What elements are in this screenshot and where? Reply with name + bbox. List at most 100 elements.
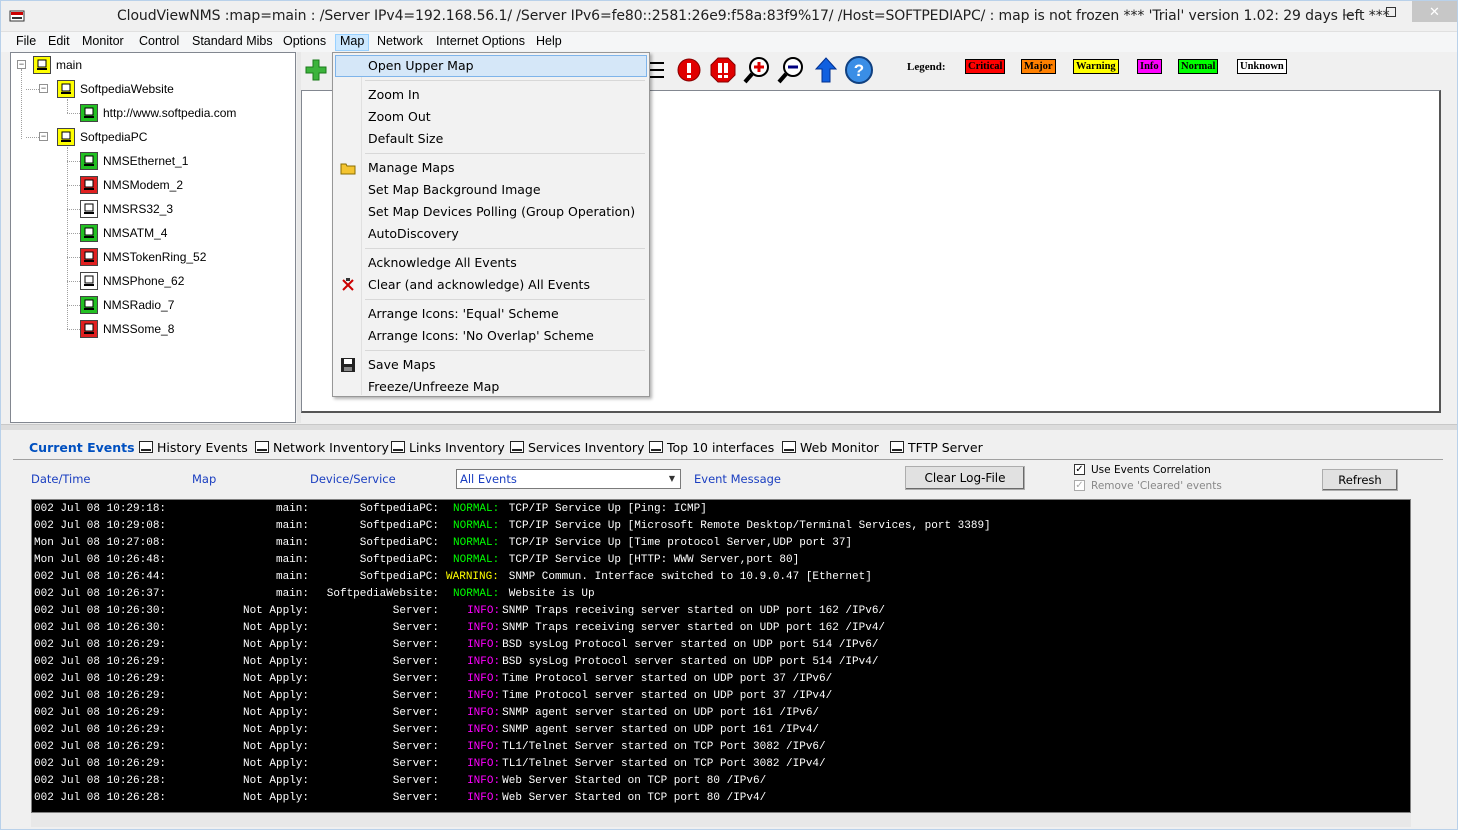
menu-item-set-map-devices-polling-group-operation[interactable]: Set Map Devices Polling (Group Operation…	[335, 201, 647, 223]
tab-page-icon	[890, 441, 904, 453]
collapse-toggle[interactable]: −	[17, 60, 26, 69]
use-correlation-checkbox[interactable]: ✓	[1074, 464, 1085, 475]
log-severity: INFO:	[467, 622, 501, 634]
menu-network[interactable]: Network	[373, 34, 427, 51]
tree-device-label: NMSRadio_7	[103, 298, 175, 312]
column-header-date[interactable]: Date/Time	[31, 472, 91, 486]
event-filter-value: All Events	[460, 472, 517, 486]
zoom-in-button[interactable]	[742, 55, 772, 85]
tree-connector	[67, 233, 80, 234]
device-icon	[80, 272, 98, 290]
tab-top-10-interfaces[interactable]: Top 10 interfaces	[647, 437, 774, 459]
tab-current-events[interactable]: Current Events	[13, 437, 135, 459]
log-message: TL1/Telnet Server started on TCP Port 30…	[502, 741, 826, 753]
menu-item-autodiscovery[interactable]: AutoDiscovery	[335, 223, 647, 245]
menu-item-arrange-icons-no-overlap-scheme[interactable]: Arrange Icons: 'No Overlap' Scheme	[335, 325, 647, 347]
tab-links-inventory[interactable]: Links Inventory	[389, 437, 505, 459]
panel-splitter[interactable]	[1, 424, 1457, 430]
menu-help[interactable]: Help	[532, 34, 566, 51]
menu-item-open-upper-map[interactable]: Open Upper Map	[335, 55, 647, 77]
map-scrollbar[interactable]	[1442, 52, 1456, 422]
menu-item-manage-maps[interactable]: Manage Maps	[335, 157, 647, 179]
map-tree[interactable]: − main − SoftpediaWebsite http://www.softped…	[10, 52, 296, 423]
column-header-map[interactable]: Map	[192, 472, 216, 486]
log-severity: NORMAL:	[453, 520, 500, 532]
menu-item-save-maps[interactable]: Save Maps	[335, 354, 647, 376]
log-message: Website is Up	[502, 588, 595, 600]
menu-item-label: Zoom Out	[368, 109, 431, 124]
title-bar[interactable]: CloudViewNMS :map=main : /Server IPv4=19…	[1, 1, 1457, 32]
tab-services-inventory[interactable]: Services Inventory	[508, 437, 644, 459]
menu-internet-options[interactable]: Internet Options	[432, 34, 529, 51]
log-row: Mon Jul 08 10:27:08: main: SoftpediaPC: NOR…	[34, 535, 1404, 552]
log-message: SNMP agent server started on UDP port 16…	[502, 724, 820, 736]
tree-group-softpediawebsite-label: SoftpediaWebsite	[80, 82, 174, 96]
clear-log-button[interactable]: Clear Log-File	[905, 466, 1025, 490]
log-row: 002 Jul 08 10:26:28: Not Apply: Server: INF…	[34, 773, 1404, 790]
log-device: Server:	[392, 775, 439, 787]
log-vertical-scrollbar[interactable]	[1432, 460, 1444, 815]
remove-cleared-checkbox[interactable]: ✓	[1074, 480, 1085, 491]
zoom-out-button[interactable]	[776, 55, 806, 85]
menu-file[interactable]: File	[12, 34, 40, 51]
maximize-button[interactable]	[1370, 1, 1412, 23]
refresh-button[interactable]: Refresh	[1322, 469, 1398, 491]
add-device-button[interactable]	[301, 55, 331, 85]
column-header-message[interactable]: Event Message	[694, 472, 781, 486]
menu-map[interactable]: Map	[335, 34, 370, 51]
folder-icon	[33, 56, 51, 74]
menu-item-arrange-icons-equal-scheme[interactable]: Arrange Icons: 'Equal' Scheme	[335, 303, 647, 325]
collapse-toggle[interactable]: −	[39, 84, 48, 93]
stop-all-button[interactable]	[708, 55, 738, 85]
tab-page-icon	[510, 441, 524, 453]
menu-standard-mibs[interactable]: Standard Mibs	[188, 34, 277, 51]
tab-web-monitor[interactable]: Web Monitor	[780, 437, 879, 459]
menu-item-clear-and-acknowledge-all-events[interactable]: Clear (and acknowledge) All Events	[335, 274, 647, 296]
upper-map-button[interactable]	[811, 55, 841, 85]
help-icon: ?	[845, 56, 873, 84]
menu-item-label: Default Size	[368, 131, 444, 146]
tree-connector	[67, 161, 80, 162]
log-device: SoftpediaPC:	[359, 571, 439, 583]
menu-item-zoom-in[interactable]: Zoom In	[335, 84, 647, 106]
tree-device-label: NMSRS32_3	[103, 202, 174, 216]
tab-page-icon	[391, 441, 405, 453]
menu-separator	[365, 350, 645, 351]
menu-edit[interactable]: Edit	[44, 34, 74, 51]
log-row: 002 Jul 08 10:26:30: Not Apply: Server: INF…	[34, 620, 1404, 637]
tab-network-inventory[interactable]: Network Inventory	[253, 437, 389, 459]
menu-item-acknowledge-all-events[interactable]: Acknowledge All Events	[335, 252, 647, 274]
log-row: 002 Jul 08 10:29:08: main: SoftpediaPC: NOR…	[34, 518, 1404, 535]
chevron-down-icon: ▼	[668, 474, 676, 483]
column-header-device[interactable]: Device/Service	[310, 472, 396, 486]
log-row: 002 Jul 08 10:26:37: main: SoftpediaWebsit…	[34, 586, 1404, 603]
log-row: 002 Jul 08 10:26:29: Not Apply: Server: INF…	[34, 705, 1404, 722]
tree-connector	[67, 147, 68, 329]
menu-item-zoom-out[interactable]: Zoom Out	[335, 106, 647, 128]
log-horizontal-scrollbar[interactable]	[31, 813, 1411, 827]
tab-tftp-server[interactable]: TFTP Server	[888, 437, 983, 459]
main-window: CloudViewNMS :map=main : /Server IPv4=19…	[0, 0, 1458, 830]
tab-label: Network Inventory	[273, 440, 389, 455]
menu-item-freeze-unfreeze-map[interactable]: Freeze/Unfreeze Map	[335, 376, 647, 398]
minimize-button[interactable]	[1327, 1, 1369, 23]
map-dropdown-menu: Open Upper Map Zoom In Zoom Out Default Siz…	[332, 52, 650, 397]
event-log-console[interactable]: 002 Jul 08 10:29:18: main: SoftpediaPC: NOR…	[31, 499, 1411, 813]
menu-item-default-size[interactable]: Default Size	[335, 128, 647, 150]
log-device: Server:	[392, 724, 439, 736]
log-device: SoftpediaPC:	[359, 503, 439, 515]
tree-device-label: NMSPhone_62	[103, 274, 185, 288]
device-icon	[80, 200, 98, 218]
clear-events-icon	[340, 277, 356, 293]
event-filter-select[interactable]: All Events ▼	[456, 469, 681, 489]
stop-polling-button[interactable]	[674, 55, 704, 85]
menu-options[interactable]: Options	[279, 34, 330, 51]
menu-monitor[interactable]: Monitor	[78, 34, 128, 51]
log-row: 002 Jul 08 10:26:44: main: SoftpediaPC: WAR…	[34, 569, 1404, 586]
collapse-toggle[interactable]: −	[39, 132, 48, 141]
help-button[interactable]: ?	[844, 55, 874, 85]
tab-history-events[interactable]: History Events	[137, 437, 248, 459]
close-button[interactable]: ✕	[1412, 1, 1457, 22]
menu-control[interactable]: Control	[135, 34, 183, 51]
menu-item-set-map-background-image[interactable]: Set Map Background Image	[335, 179, 647, 201]
